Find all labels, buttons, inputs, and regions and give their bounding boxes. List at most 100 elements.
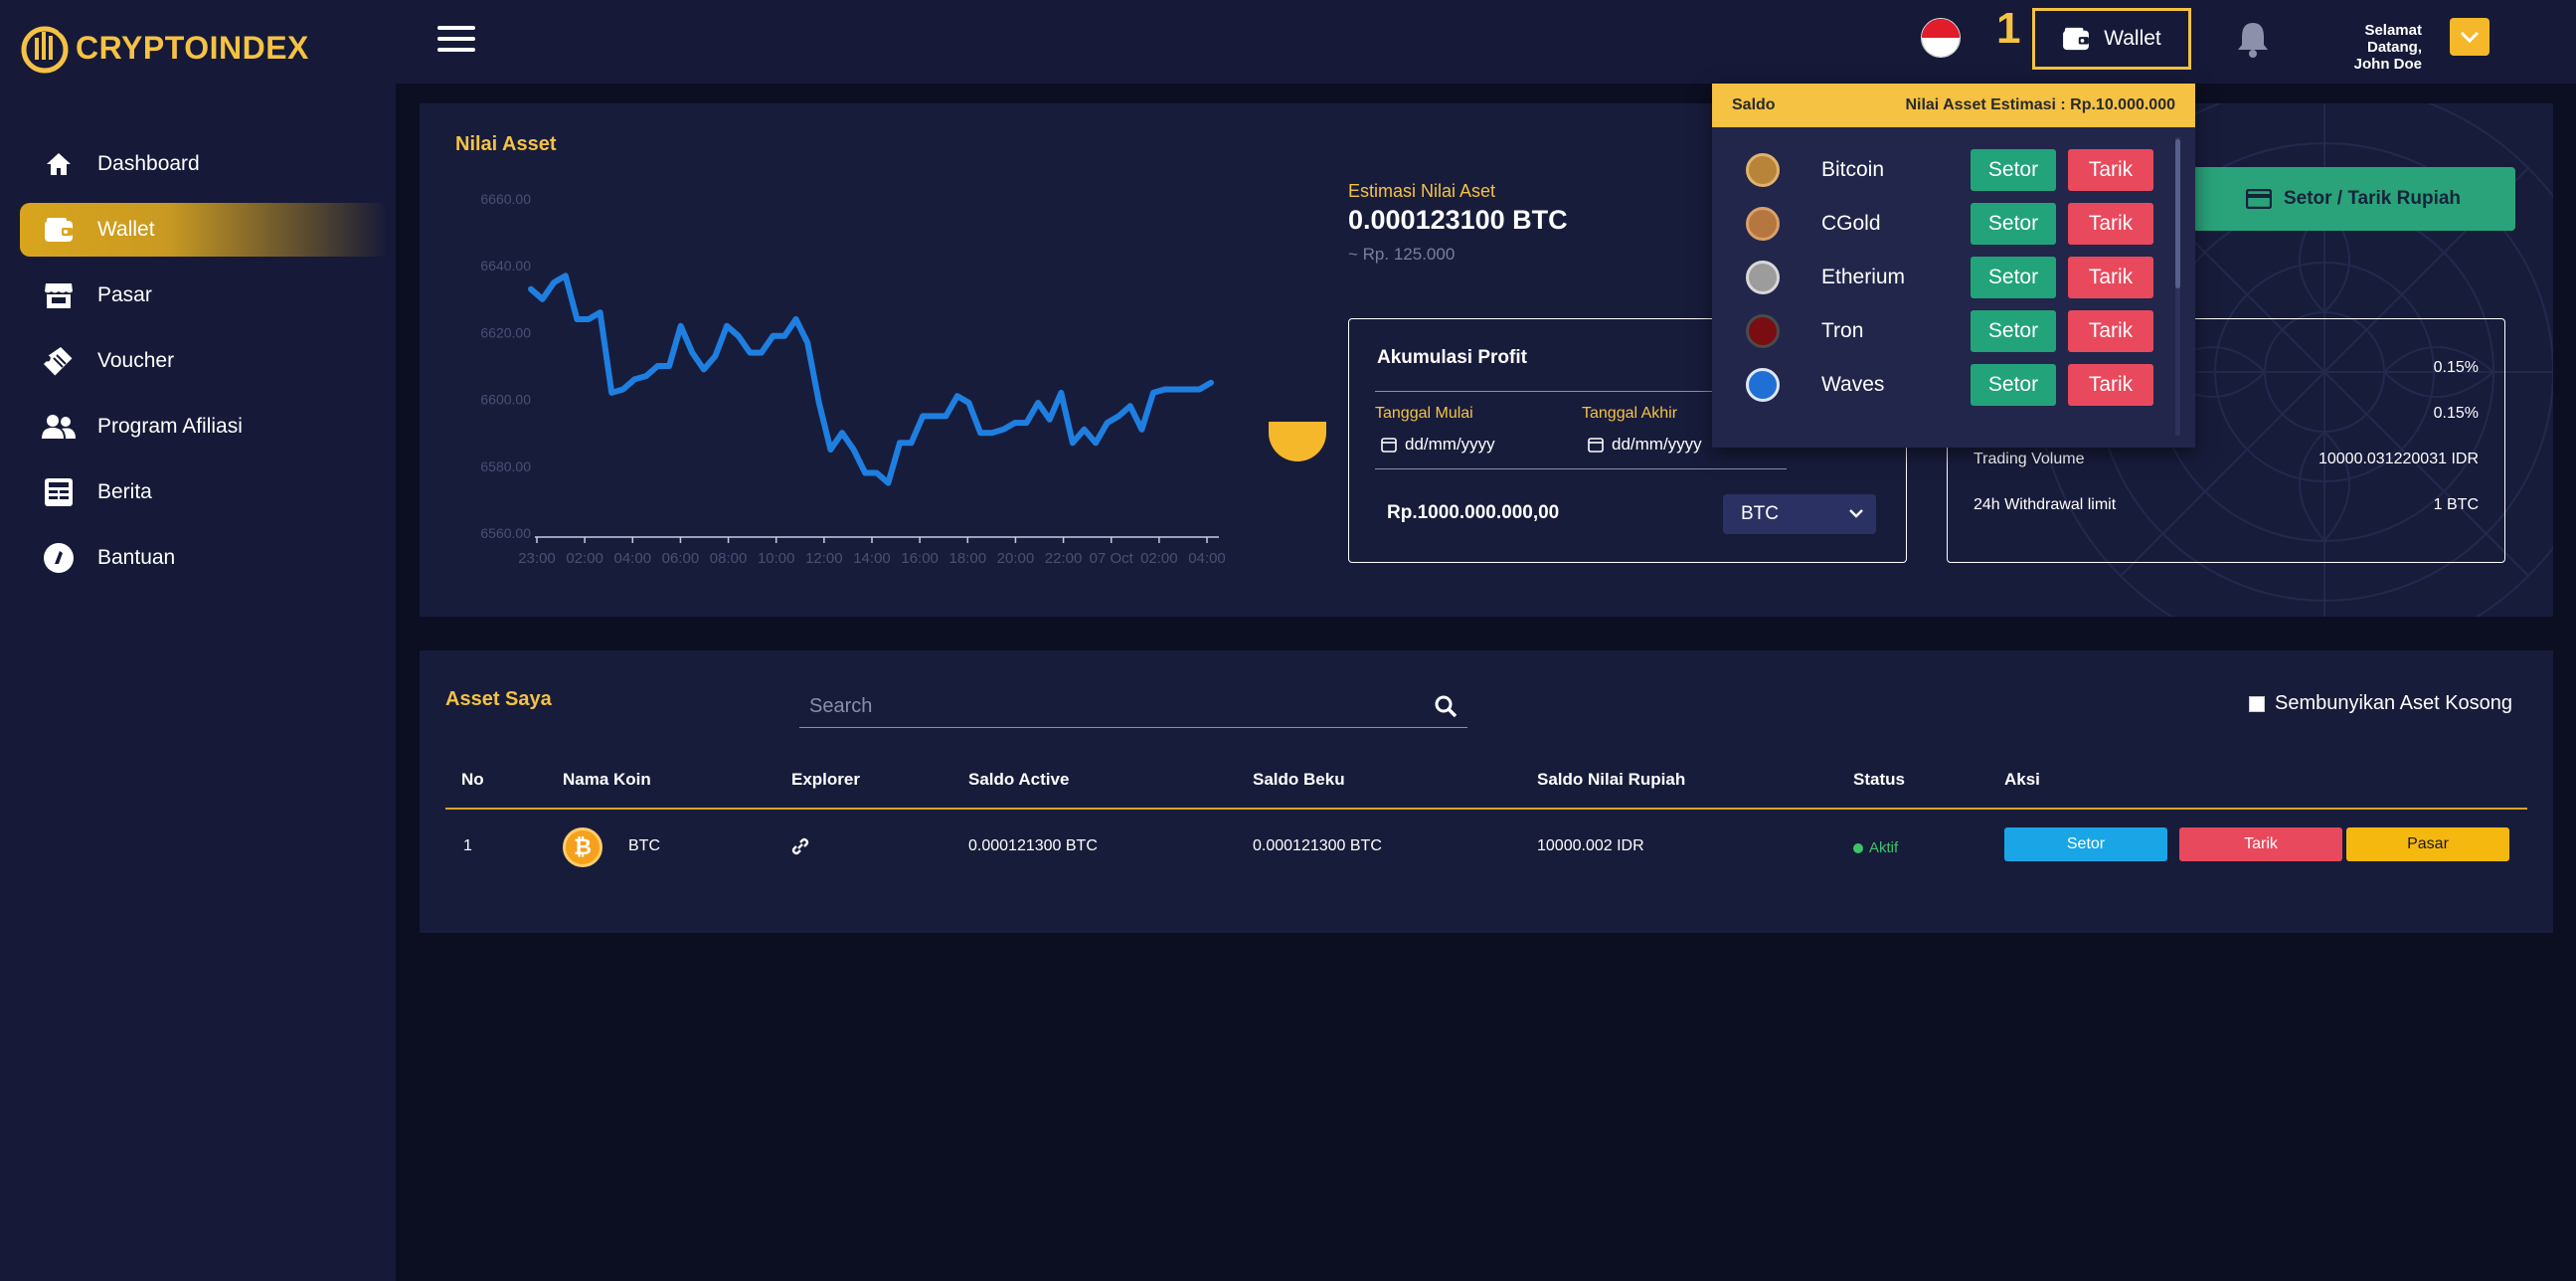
- x-tick-label: 06:00: [662, 550, 700, 567]
- coin-name: Tron: [1821, 319, 1864, 342]
- profit-title: Akumulasi Profit: [1377, 347, 1527, 368]
- store-icon: [42, 278, 76, 312]
- tarik-button[interactable]: Tarik: [2068, 257, 2153, 298]
- hide-empty-checkbox[interactable]: Sembunyikan Aset Kosong: [2249, 692, 2512, 715]
- nilai-asset-title: Nilai Asset: [455, 133, 557, 155]
- tarik-button[interactable]: Tarik: [2068, 364, 2153, 406]
- setor-button[interactable]: Setor: [2004, 827, 2167, 861]
- setor-tarik-rupiah-label: Setor / Tarik Rupiah: [2283, 188, 2462, 209]
- sidebar-item-label: Pasar: [97, 283, 152, 306]
- x-tick-label: 18:00: [949, 550, 987, 567]
- search-icon[interactable]: [1434, 694, 1458, 718]
- setor-button[interactable]: Setor: [1971, 364, 2056, 406]
- row-no: 1: [463, 837, 472, 854]
- coin-name: Bitcoin: [1821, 158, 1885, 181]
- x-tick-label: 04:00: [614, 550, 652, 567]
- estimasi-rupiah: ~ Rp. 125.000: [1348, 245, 1456, 264]
- y-tick-label: 6560.00: [480, 525, 531, 541]
- profit-amount: Rp.1000.000.000,00: [1387, 502, 1560, 523]
- coin-name: CGold: [1821, 212, 1881, 235]
- row-coin: BTC: [628, 837, 660, 854]
- wallet-button[interactable]: Wallet: [2032, 8, 2191, 70]
- end-date-input[interactable]: dd/mm/yyyy: [1588, 435, 1702, 455]
- menu-toggle-button[interactable]: [437, 26, 475, 56]
- bitcoin-icon: [1746, 153, 1780, 187]
- status-badge: Aktif: [1853, 839, 1898, 856]
- x-tick-label: 02:00: [1140, 550, 1178, 567]
- sidebar-item-program-afiliasi[interactable]: Program Afiliasi: [20, 400, 388, 454]
- setor-button[interactable]: Setor: [1971, 310, 2056, 352]
- column-header-aksi: Aksi: [2004, 770, 2040, 789]
- coin-name: Etherium: [1821, 266, 1906, 288]
- app-root: CRYPTOINDEX Dashboard Wallet Pasar Vouch…: [0, 0, 2576, 1281]
- coin-select[interactable]: BTC: [1723, 494, 1876, 534]
- language-flag-icon[interactable]: [1921, 18, 1961, 58]
- row-saldo-rupiah: 10000.002 IDR: [1537, 837, 1644, 854]
- wallet-icon: [42, 213, 76, 247]
- sidebar-item-bantuan[interactable]: Bantuan: [20, 531, 388, 585]
- cgold-icon: [1746, 207, 1780, 241]
- sidebar-item-wallet[interactable]: Wallet: [20, 203, 388, 257]
- sidebar-item-voucher[interactable]: Voucher: [20, 334, 388, 388]
- asset-saya-title: Asset Saya: [445, 688, 552, 710]
- topbar: 1 Wallet Selamat Datang, John Doe: [396, 0, 2576, 84]
- dropdown-scrollbar-thumb[interactable]: [2175, 139, 2180, 288]
- hide-empty-label: Sembunyikan Aset Kosong: [2275, 692, 2513, 714]
- start-date-placeholder: dd/mm/yyyy: [1405, 435, 1495, 454]
- info-row: Trading Volume 10000.031220031 IDR: [1974, 451, 2479, 468]
- sidebar-nav: Dashboard Wallet Pasar Voucher Program A…: [20, 137, 388, 597]
- status-dot-icon: [1853, 842, 1863, 853]
- welcome-greeting: Selamat Datang,: [2364, 22, 2422, 56]
- divider: [1375, 468, 1787, 469]
- pasar-button[interactable]: Pasar: [2346, 827, 2509, 861]
- row-saldo-active: 0.000121300 BTC: [968, 837, 1098, 854]
- chevron-down-icon: [1849, 509, 1863, 518]
- sidebar-item-label: Wallet: [97, 218, 155, 241]
- wallet-coin-row: Waves Setor Tarik: [1712, 358, 2195, 412]
- user-menu-button[interactable]: [2450, 18, 2490, 56]
- nilai-asset-card: Nilai Asset 6560.00 6580.00 6600.00 6620.00…: [420, 103, 2553, 617]
- ticket-icon: [42, 344, 76, 378]
- welcome-text: Selamat Datang, John Doe: [2322, 22, 2422, 73]
- logo-icon: [21, 23, 72, 74]
- x-tick-label: 07 Oct: [1090, 550, 1134, 567]
- setor-button[interactable]: Setor: [1971, 149, 2056, 191]
- y-tick-label: 6660.00: [480, 191, 531, 207]
- tarik-button[interactable]: Tarik: [2068, 203, 2153, 245]
- x-tick-label: 23:00: [518, 550, 556, 567]
- setor-tarik-rupiah-button[interactable]: Setor / Tarik Rupiah: [2191, 167, 2515, 231]
- column-header-saldo-beku: Saldo Beku: [1253, 770, 1345, 789]
- x-tick-label: 14:00: [853, 550, 891, 567]
- sidebar-item-berita[interactable]: Berita: [20, 465, 388, 519]
- sidebar-item-dashboard[interactable]: Dashboard: [20, 137, 388, 191]
- setor-button[interactable]: Setor: [1971, 203, 2056, 245]
- bell-icon[interactable]: [2235, 20, 2271, 58]
- sidebar-item-pasar[interactable]: Pasar: [20, 269, 388, 322]
- end-date-label: Tanggal Akhir: [1582, 405, 1678, 422]
- link-icon[interactable]: [791, 837, 809, 855]
- column-header-explorer: Explorer: [791, 770, 860, 789]
- brand-name: CRYPTOINDEX: [76, 29, 309, 66]
- info-value: 0.15%: [2433, 405, 2479, 422]
- column-header-saldo-nilai-rupiah: Saldo Nilai Rupiah: [1537, 770, 1686, 789]
- search-input[interactable]: [809, 692, 1366, 720]
- tarik-button[interactable]: Tarik: [2068, 310, 2153, 352]
- wallet-icon: [2063, 27, 2090, 51]
- start-date-input[interactable]: dd/mm/yyyy: [1381, 435, 1495, 455]
- setor-button[interactable]: Setor: [1971, 257, 2056, 298]
- wallet-dropdown-header: Saldo Nilai Asset Estimasi : Rp.10.000.0…: [1712, 84, 2195, 127]
- wallet-coin-row: CGold Setor Tarik: [1712, 197, 2195, 251]
- checkbox[interactable]: [2249, 695, 2265, 712]
- logo[interactable]: CRYPTOINDEX: [18, 18, 309, 78]
- x-tick-label: 08:00: [710, 550, 748, 567]
- coin-name: Waves: [1821, 373, 1885, 396]
- info-value: 1 BTC: [2433, 496, 2479, 513]
- tarik-button[interactable]: Tarik: [2068, 149, 2153, 191]
- ethereum-icon: [1746, 261, 1780, 294]
- search-box: [799, 682, 1467, 728]
- calendar-icon: [1381, 438, 1397, 453]
- calendar-icon: [1588, 438, 1604, 453]
- info-label: 24h Withdrawal limit: [1974, 496, 2117, 513]
- tarik-button[interactable]: Tarik: [2179, 827, 2342, 861]
- x-tick-label: 10:00: [758, 550, 795, 567]
